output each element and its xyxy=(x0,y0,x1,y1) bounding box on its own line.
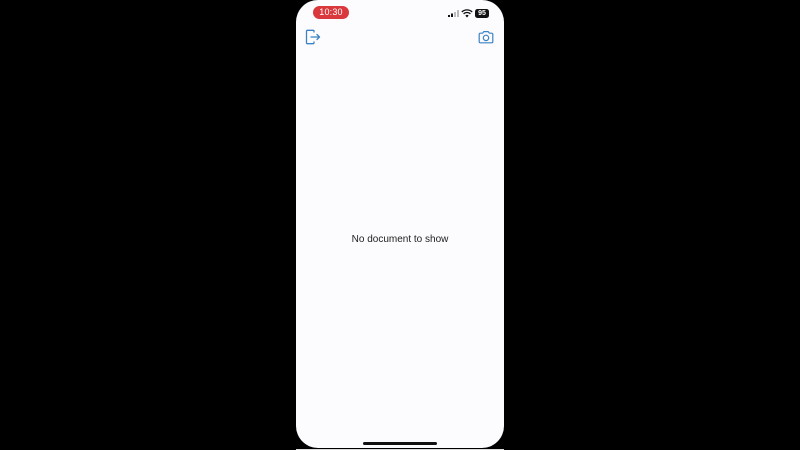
wifi-icon xyxy=(461,9,473,18)
screen-stage: 10:30 95 No document to show xyxy=(0,0,800,450)
camera-icon xyxy=(478,31,494,44)
exit-button[interactable] xyxy=(304,28,322,46)
status-bar: 10:30 95 xyxy=(296,0,504,22)
camera-button[interactable] xyxy=(477,28,495,46)
status-time: 10:30 xyxy=(313,6,349,19)
phone-screen: 10:30 95 No document to show xyxy=(296,0,504,448)
empty-state-message: No document to show xyxy=(351,234,449,245)
exit-icon xyxy=(305,29,321,45)
cellular-signal-icon xyxy=(448,10,459,17)
home-indicator[interactable] xyxy=(363,442,437,445)
battery-indicator: 95 xyxy=(475,9,489,18)
